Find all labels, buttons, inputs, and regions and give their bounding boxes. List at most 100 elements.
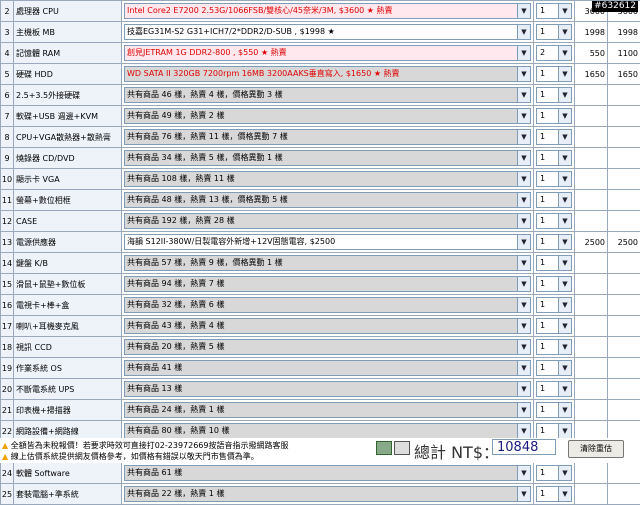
product-select[interactable]: Intel Core2 E7200 2.53G/1066FSB/雙核心/45奈米… <box>124 3 531 19</box>
chevron-down-icon[interactable]: ▼ <box>517 424 530 438</box>
chevron-down-icon[interactable]: ▼ <box>558 424 571 438</box>
chevron-down-icon[interactable]: ▼ <box>558 340 571 354</box>
product-select[interactable]: 共有商品 61 樣▼ <box>124 465 531 481</box>
chevron-down-icon[interactable]: ▼ <box>517 340 530 354</box>
product-select[interactable]: 共有商品 46 樣，熱賣 4 樣，價格異動 3 樣▼ <box>124 87 531 103</box>
quantity-select[interactable]: 1▼ <box>536 3 572 19</box>
quantity-select[interactable]: 1▼ <box>536 339 572 355</box>
chevron-down-icon[interactable]: ▼ <box>558 25 571 39</box>
product-select[interactable]: 共有商品 192 樣，熱賣 28 樣▼ <box>124 213 531 229</box>
clear-button[interactable]: 清除重估 <box>568 440 624 458</box>
chevron-down-icon[interactable]: ▼ <box>517 109 530 123</box>
chevron-down-icon[interactable]: ▼ <box>517 67 530 81</box>
quantity-select[interactable]: 1▼ <box>536 66 572 82</box>
quantity-select[interactable]: 1▼ <box>536 381 572 397</box>
print-icon[interactable] <box>394 441 410 455</box>
chevron-down-icon[interactable]: ▼ <box>558 130 571 144</box>
product-select[interactable]: 共有商品 108 樣，熱賣 11 樣 ▼ <box>124 171 531 187</box>
quantity-select[interactable]: 1▼ <box>536 87 572 103</box>
product-select[interactable]: 共有商品 94 樣，熱賣 7 樣▼ <box>124 276 531 292</box>
quantity-select[interactable]: 1▼ <box>536 486 572 502</box>
chevron-down-icon[interactable]: ▼ <box>558 235 571 249</box>
chevron-down-icon[interactable]: ▼ <box>558 109 571 123</box>
chevron-down-icon[interactable]: ▼ <box>517 88 530 102</box>
product-select[interactable]: 共有商品 48 樣，熱賣 13 樣，價格異動 5 樣▼ <box>124 192 531 208</box>
chevron-down-icon[interactable]: ▼ <box>558 361 571 375</box>
product-select[interactable]: 海韻 S12II-380W/日製電容外新增+12V固態電容, $2500▼ <box>124 234 531 250</box>
product-select[interactable]: 共有商品 34 樣，熱賣 5 樣，價格異動 1 樣▼ <box>124 150 531 166</box>
product-select[interactable]: 共有商品 13 樣▼ <box>124 381 531 397</box>
product-select[interactable]: 共有商品 22 樣，熱賣 1 樣▼ <box>124 486 531 502</box>
chevron-down-icon[interactable]: ▼ <box>517 487 530 501</box>
product-select[interactable]: 共有商品 24 樣，熱賣 1 樣▼ <box>124 402 531 418</box>
chevron-down-icon[interactable]: ▼ <box>517 25 530 39</box>
chevron-down-icon[interactable]: ▼ <box>517 403 530 417</box>
quantity-select[interactable]: 1▼ <box>536 297 572 313</box>
chevron-down-icon[interactable]: ▼ <box>558 319 571 333</box>
save-icon[interactable] <box>376 441 392 455</box>
chevron-down-icon[interactable]: ▼ <box>558 172 571 186</box>
quantity-select[interactable]: 1▼ <box>536 213 572 229</box>
chevron-down-icon[interactable]: ▼ <box>558 151 571 165</box>
chevron-down-icon[interactable]: ▼ <box>558 46 571 60</box>
chevron-down-icon[interactable]: ▼ <box>517 130 530 144</box>
quantity-select[interactable]: 1▼ <box>536 360 572 376</box>
product-select-value: 共有商品 108 樣，熱賣 11 樣 <box>127 174 235 183</box>
chevron-down-icon[interactable]: ▼ <box>517 151 530 165</box>
chevron-down-icon[interactable]: ▼ <box>517 193 530 207</box>
chevron-down-icon[interactable]: ▼ <box>558 4 571 18</box>
quantity-select[interactable]: 1▼ <box>536 465 572 481</box>
chevron-down-icon[interactable]: ▼ <box>517 46 530 60</box>
chevron-down-icon[interactable]: ▼ <box>517 298 530 312</box>
chevron-down-icon[interactable]: ▼ <box>558 193 571 207</box>
chevron-down-icon[interactable]: ▼ <box>558 277 571 291</box>
product-select[interactable]: 共有商品 57 樣，熱賣 9 樣，價格異動 1 樣▼ <box>124 255 531 271</box>
quantity-select[interactable]: 1▼ <box>536 234 572 250</box>
product-select[interactable]: 共有商品 49 樣，熱賣 2 樣▼ <box>124 108 531 124</box>
chevron-down-icon[interactable]: ▼ <box>558 298 571 312</box>
quantity-select[interactable]: 1▼ <box>536 276 572 292</box>
chevron-down-icon[interactable]: ▼ <box>517 319 530 333</box>
quantity-value: 1 <box>540 342 545 351</box>
quantity-select[interactable]: 1▼ <box>536 423 572 439</box>
chevron-down-icon[interactable]: ▼ <box>517 277 530 291</box>
chevron-down-icon[interactable]: ▼ <box>517 214 530 228</box>
product-select[interactable]: 共有商品 32 樣，熱賣 6 樣▼ <box>124 297 531 313</box>
product-select[interactable]: 共有商品 41 樣▼ <box>124 360 531 376</box>
quantity-select[interactable]: 1▼ <box>536 192 572 208</box>
chevron-down-icon[interactable]: ▼ <box>517 235 530 249</box>
product-select[interactable]: WD SATA II 320GB 7200rpm 16MB 3200AAKS垂直… <box>124 66 531 82</box>
chevron-down-icon[interactable]: ▼ <box>558 214 571 228</box>
chevron-down-icon[interactable]: ▼ <box>558 382 571 396</box>
quote-row: 4記憶體 RAM創見JETRAM 1G DDR2-800 , $550 ★ 熱賣… <box>1 43 640 64</box>
product-select[interactable]: 共有商品 80 樣，熱賣 10 樣▼ <box>124 423 531 439</box>
unit-price <box>575 379 608 400</box>
quantity-select[interactable]: 2▼ <box>536 45 572 61</box>
quantity-select[interactable]: 1▼ <box>536 129 572 145</box>
chevron-down-icon[interactable]: ▼ <box>517 382 530 396</box>
product-select[interactable]: 創見JETRAM 1G DDR2-800 , $550 ★ 熱賣▼ <box>124 45 531 61</box>
chevron-down-icon[interactable]: ▼ <box>558 256 571 270</box>
quantity-select[interactable]: 1▼ <box>536 255 572 271</box>
quantity-select[interactable]: 1▼ <box>536 318 572 334</box>
product-select[interactable]: 共有商品 20 樣，熱賣 5 樣▼ <box>124 339 531 355</box>
chevron-down-icon[interactable]: ▼ <box>558 487 571 501</box>
chevron-down-icon[interactable]: ▼ <box>517 4 530 18</box>
quantity-select[interactable]: 1▼ <box>536 402 572 418</box>
quantity-select[interactable]: 1▼ <box>536 108 572 124</box>
category-label: 2.5+3.5外接硬碟 <box>14 85 122 106</box>
chevron-down-icon[interactable]: ▼ <box>517 256 530 270</box>
quantity-select[interactable]: 1▼ <box>536 150 572 166</box>
product-select[interactable]: 共有商品 76 樣，熱賣 11 樣，價格異動 7 樣▼ <box>124 129 531 145</box>
chevron-down-icon[interactable]: ▼ <box>558 67 571 81</box>
quantity-select[interactable]: 1▼ <box>536 171 572 187</box>
chevron-down-icon[interactable]: ▼ <box>558 88 571 102</box>
chevron-down-icon[interactable]: ▼ <box>517 172 530 186</box>
quantity-select[interactable]: 1▼ <box>536 24 572 40</box>
chevron-down-icon[interactable]: ▼ <box>517 361 530 375</box>
chevron-down-icon[interactable]: ▼ <box>558 403 571 417</box>
chevron-down-icon[interactable]: ▼ <box>558 466 571 480</box>
chevron-down-icon[interactable]: ▼ <box>517 466 530 480</box>
product-select[interactable]: 技嘉EG31M-S2 G31+ICH7/2*DDR2/D-SUB , $1998… <box>124 24 531 40</box>
product-select[interactable]: 共有商品 43 樣，熱賣 4 樣▼ <box>124 318 531 334</box>
